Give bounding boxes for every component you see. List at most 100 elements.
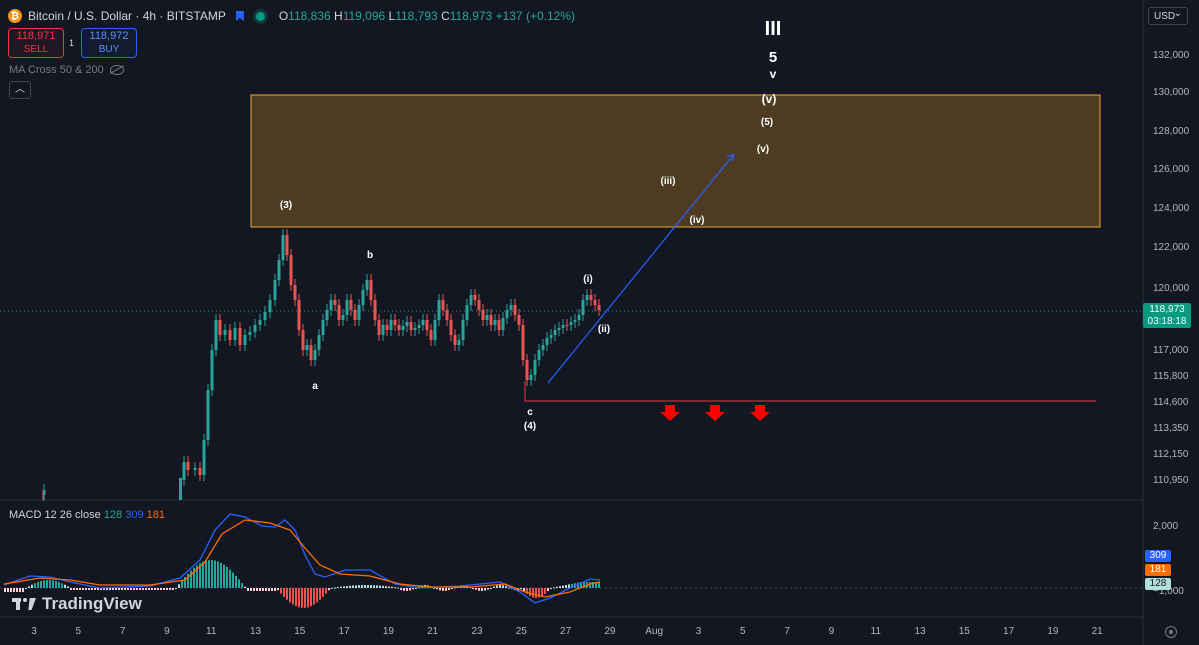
candle-body — [553, 330, 557, 335]
macd-bar — [76, 588, 78, 590]
macd-bar — [145, 588, 147, 590]
candle-body — [549, 335, 553, 338]
wave-label-v-paren-top: (v) — [762, 92, 777, 106]
macd-bar — [34, 583, 36, 588]
macd-bar — [475, 588, 477, 590]
macd-bar — [562, 585, 564, 588]
candle-body — [577, 315, 581, 320]
high-value: 119,096 — [342, 9, 386, 23]
candle-body — [541, 345, 545, 350]
macd-bar — [508, 587, 510, 589]
macd-bar — [67, 586, 69, 588]
macd-legend[interactable]: MACD 12 26 close 128 309 181 — [9, 509, 165, 521]
macd-bar — [172, 588, 174, 590]
candle-body — [537, 350, 541, 360]
macd-bar — [364, 585, 366, 588]
macd-bar — [391, 586, 393, 588]
macd-hist-value: 128 — [103, 509, 123, 521]
time-tick-label: 13 — [914, 626, 926, 637]
candle-body — [433, 320, 437, 340]
macd-bar — [205, 560, 207, 588]
macd-bar — [265, 588, 267, 591]
candle-body — [481, 310, 485, 320]
macd-bar — [70, 588, 72, 590]
price-chart[interactable]: III 5 v (v) (5) (v) (iii) (iv) (3) b a (… — [0, 0, 1199, 645]
sell-button[interactable]: 118,971 SELL — [8, 28, 64, 58]
macd-bar — [280, 588, 282, 594]
macd-bar — [565, 585, 567, 588]
signal-line[interactable] — [3, 519, 601, 598]
candle-body — [277, 260, 281, 280]
wave-label-5-paren: (5) — [761, 117, 773, 128]
macd-bar — [214, 560, 216, 588]
time-tick-label: 27 — [560, 626, 572, 637]
macd-tick-label: 2,000 — [1153, 521, 1178, 532]
candle-body — [489, 315, 493, 325]
macd-bar — [220, 562, 222, 588]
macd-bar — [304, 588, 306, 608]
wave-label-b: b — [367, 250, 373, 261]
tradingview-logo[interactable]: TradingView — [12, 594, 142, 614]
ohlc-values: O118,836 H119,096 L118,793 C118,973 +137… — [278, 9, 575, 23]
candle-body — [557, 328, 561, 330]
wave-label-III: III — [765, 18, 782, 40]
macd-bar — [115, 588, 117, 590]
candle-body — [273, 280, 277, 300]
hidden-eye-icon[interactable] — [109, 65, 124, 75]
currency-select[interactable]: USD — [1148, 5, 1188, 25]
wave-label-c: c — [527, 407, 533, 418]
candlestick-series[interactable] — [42, 229, 601, 501]
buy-button[interactable]: 118,972 BUY — [81, 28, 137, 58]
macd-bar — [43, 580, 45, 588]
candle-body — [569, 322, 573, 325]
price-tick-label: 114,600 — [1153, 397, 1189, 408]
macd-bar — [535, 588, 537, 598]
candle-body — [263, 312, 267, 320]
time-tick-label: 23 — [471, 626, 483, 637]
candle-body — [389, 320, 393, 330]
wave-label-3: (3) — [280, 200, 292, 211]
macd-bar — [94, 588, 96, 590]
ma-indicator-legend[interactable]: MA Cross 50 & 200 — [9, 64, 124, 76]
flag-icon[interactable] — [235, 11, 244, 21]
candle-body — [253, 325, 257, 332]
macd-bar — [370, 585, 372, 588]
candle-body — [517, 315, 521, 325]
open-value: 118,836 — [288, 9, 331, 23]
current-price-label: 118,973 03:18:18 — [1143, 303, 1191, 328]
candle-body — [449, 320, 453, 335]
macd-bar — [436, 588, 438, 590]
candle-body — [301, 330, 305, 350]
macd-bar — [217, 561, 219, 588]
macd-bar — [451, 588, 453, 589]
chart-settings-icon[interactable] — [1165, 626, 1177, 638]
candle-body — [465, 305, 469, 320]
collapse-legend-button[interactable]: ︿ — [9, 81, 31, 99]
candle-body — [513, 305, 517, 315]
candle-body — [317, 335, 321, 350]
time-axis[interactable]: 3 5 7 9 11 13 15 17 19 21 23 25 27 29 Aug 3 5 7 9 11 13 15 17 1… — [31, 626, 1103, 637]
macd-bar — [238, 579, 240, 588]
macd-bar — [355, 585, 357, 588]
candle-body — [545, 338, 549, 345]
time-tick-label: 21 — [1092, 626, 1104, 637]
macd-bar — [442, 588, 444, 591]
macd-bar — [118, 588, 120, 590]
macd-bar — [130, 588, 132, 590]
macd-bar — [382, 585, 384, 588]
candle-body — [393, 320, 397, 325]
macd-bar — [25, 588, 27, 589]
macd-bar — [250, 588, 252, 591]
candle-body — [309, 345, 313, 360]
macd-bar — [58, 582, 60, 588]
macd-bar — [181, 580, 183, 588]
symbol-title[interactable]: Bitcoin / U.S. Dollar · 4h · BITSTAMP — [28, 9, 226, 23]
macd-bar — [385, 586, 387, 588]
candle-body — [421, 320, 425, 325]
macd-bar — [379, 585, 381, 588]
candle-body — [206, 390, 210, 440]
price-tick-label: 122,000 — [1153, 242, 1190, 253]
symbol-header[interactable]: ₿ Bitcoin / U.S. Dollar · 4h · BITSTAMP … — [8, 9, 575, 23]
price-axis[interactable]: 132,000 130,000 128,000 126,000 124,000 122,0… — [1153, 50, 1190, 486]
target-zone[interactable] — [250, 94, 1101, 228]
